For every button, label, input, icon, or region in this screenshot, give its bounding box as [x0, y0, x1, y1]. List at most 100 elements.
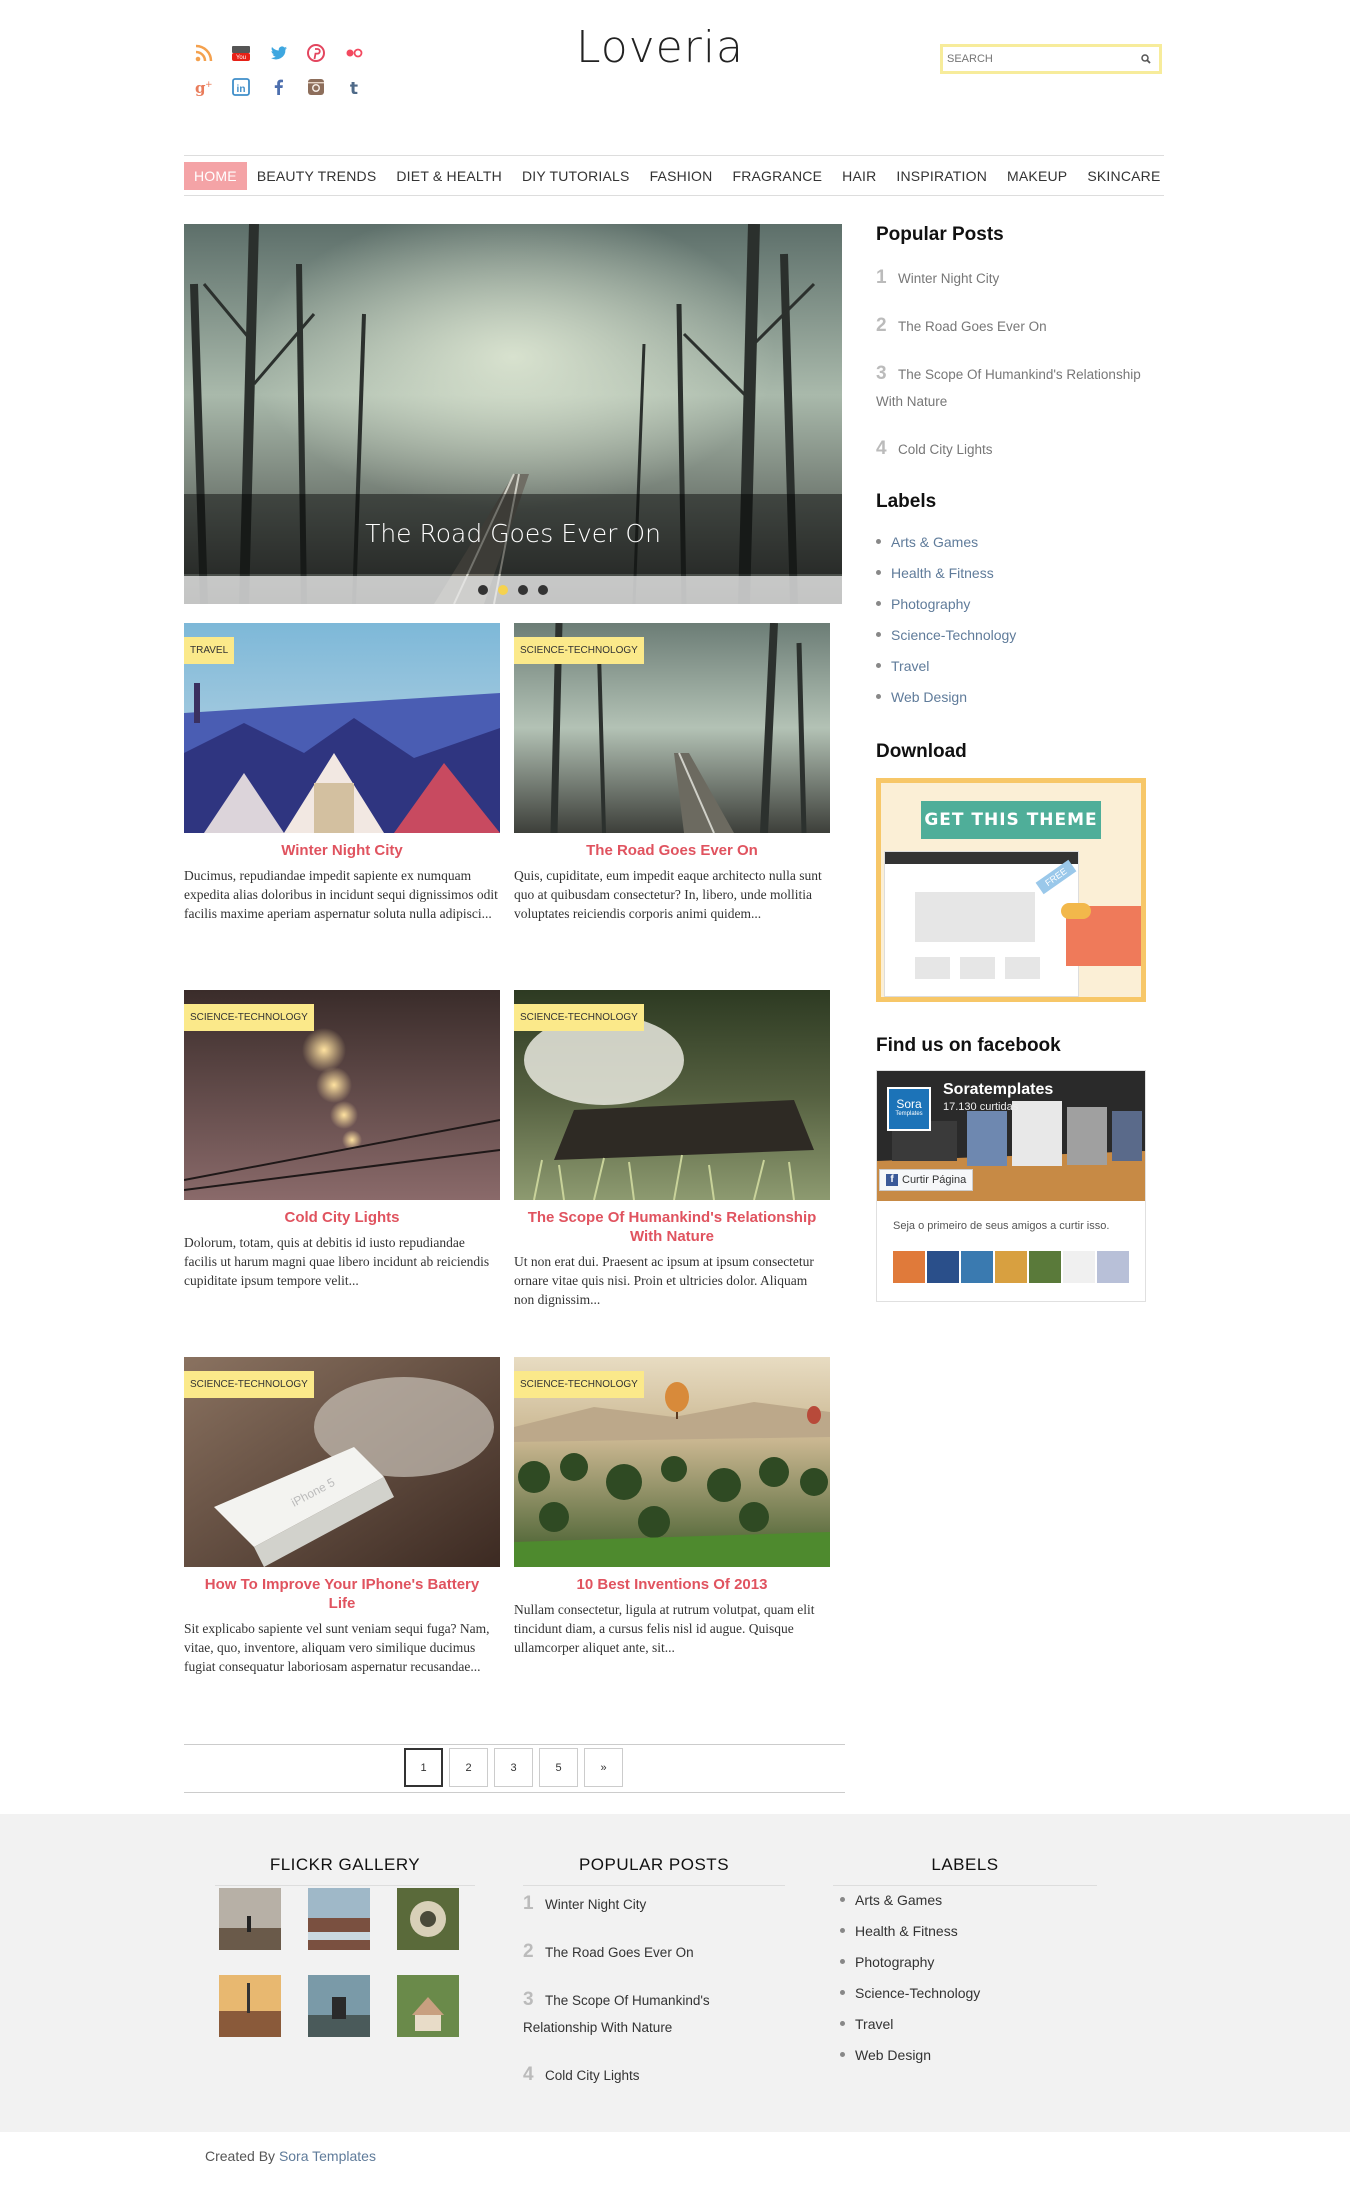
friend-avatar[interactable] — [995, 1251, 1027, 1283]
linkedin-icon[interactable]: in — [230, 76, 252, 98]
flickr-thumbnail[interactable] — [397, 1888, 459, 1950]
pinterest-icon[interactable] — [305, 42, 327, 64]
post-label[interactable]: SCIENCE-TECHNOLOGY — [514, 1004, 644, 1031]
popular-post-item[interactable]: 3 The Scope Of Humankind's Relationship W… — [523, 1986, 785, 2041]
slide-caption[interactable]: The Road Goes Ever On — [184, 494, 842, 574]
flickr-icon[interactable] — [343, 42, 365, 64]
label-link[interactable]: Health & Fitness — [855, 1923, 958, 1939]
facebook-like-button[interactable]: f Curtir Página — [879, 1169, 974, 1191]
post-label[interactable]: SCIENCE-TECHNOLOGY — [184, 1004, 314, 1031]
flickr-thumbnail[interactable] — [397, 1975, 459, 2037]
post-title[interactable]: 10 Best Inventions Of 2013 — [514, 1575, 830, 1594]
popular-post-title[interactable]: Winter Night City — [545, 1897, 646, 1912]
post-thumbnail[interactable]: SCIENCE-TECHNOLOGY — [514, 1357, 830, 1567]
label-item[interactable]: Web Design — [840, 2045, 1110, 2064]
popular-post-title[interactable]: The Scope Of Humankind's Relationship Wi… — [876, 367, 1141, 409]
popular-post-title[interactable]: Cold City Lights — [545, 2068, 640, 2083]
popular-post-title[interactable]: Winter Night City — [898, 271, 999, 286]
flickr-thumbnail[interactable] — [308, 1975, 370, 2037]
label-link[interactable]: Photography — [891, 596, 970, 612]
download-theme-banner[interactable]: GET THIS THEME FREE — [876, 778, 1146, 1002]
label-item[interactable]: Arts & Games — [876, 532, 1146, 551]
label-item[interactable]: Photography — [876, 594, 1146, 613]
popular-post-item[interactable]: 1 Winter Night City — [876, 264, 1146, 292]
nav-item-makeup[interactable]: MAKEUP — [997, 162, 1077, 190]
popular-post-item[interactable]: 3 The Scope Of Humankind's Relationship W… — [876, 360, 1146, 415]
label-link[interactable]: Web Design — [891, 689, 967, 705]
friend-avatar[interactable] — [1063, 1251, 1095, 1283]
post-thumbnail[interactable]: SCIENCE-TECHNOLOGY — [514, 623, 830, 833]
post-thumbnail[interactable]: SCIENCE-TECHNOLOGY — [184, 990, 500, 1200]
nav-item-inspiration[interactable]: INSPIRATION — [886, 162, 997, 190]
search-icon[interactable] — [1139, 52, 1153, 66]
slider-dot-active[interactable] — [498, 585, 508, 595]
featured-slider[interactable]: The Road Goes Ever On — [184, 224, 842, 604]
nav-item-fashion[interactable]: FASHION — [640, 162, 723, 190]
flickr-thumbnail[interactable] — [219, 1888, 281, 1950]
popular-post-item[interactable]: 2 The Road Goes Ever On — [523, 1938, 785, 1966]
label-link[interactable]: Travel — [891, 658, 929, 674]
post-label[interactable]: SCIENCE-TECHNOLOGY — [514, 1371, 644, 1398]
label-item[interactable]: Web Design — [876, 687, 1146, 706]
label-item[interactable]: Health & Fitness — [840, 1921, 1110, 1940]
nav-item-home[interactable]: HOME — [184, 161, 247, 190]
tumblr-icon[interactable]: t — [343, 76, 365, 98]
facebook-icon[interactable] — [268, 76, 290, 98]
search-input[interactable] — [943, 47, 1133, 71]
post-label[interactable]: TRAVEL — [184, 637, 235, 664]
nav-item-diet-health[interactable]: DIET & HEALTH — [386, 162, 512, 190]
post-title[interactable]: The Road Goes Ever On — [514, 841, 830, 860]
label-item[interactable]: Photography — [840, 1952, 1110, 1971]
popular-post-item[interactable]: 4 Cold City Lights — [876, 435, 1146, 463]
label-link[interactable]: Health & Fitness — [891, 565, 994, 581]
popular-post-title[interactable]: Cold City Lights — [898, 442, 993, 457]
popular-post-item[interactable]: 1 Winter Night City — [523, 1890, 785, 1918]
post-thumbnail[interactable]: TRAVEL — [184, 623, 500, 833]
credit-link[interactable]: Sora Templates — [279, 2148, 376, 2164]
slider-dot[interactable] — [538, 585, 548, 595]
label-item[interactable]: Science-Technology — [840, 1983, 1110, 2002]
flickr-thumbnail[interactable] — [308, 1888, 370, 1950]
youtube-icon[interactable]: You — [230, 42, 252, 64]
label-item[interactable]: Travel — [876, 656, 1146, 675]
popular-post-title[interactable]: The Road Goes Ever On — [898, 319, 1047, 334]
label-item[interactable]: Health & Fitness — [876, 563, 1146, 582]
rss-icon[interactable] — [193, 42, 215, 64]
friend-avatar[interactable] — [893, 1251, 925, 1283]
get-theme-ribbon[interactable]: GET THIS THEME — [921, 801, 1101, 839]
flickr-thumbnail[interactable] — [219, 1975, 281, 2037]
post-label[interactable]: SCIENCE-TECHNOLOGY — [184, 1371, 314, 1398]
label-link[interactable]: Science-Technology — [891, 627, 1016, 643]
friend-avatar[interactable] — [927, 1251, 959, 1283]
post-title[interactable]: Cold City Lights — [184, 1208, 500, 1227]
post-thumbnail[interactable]: iPhone 5 SCIENCE-TECHNOLOGY — [184, 1357, 500, 1567]
label-link[interactable]: Science-Technology — [855, 1985, 980, 2001]
slider-dot[interactable] — [478, 585, 488, 595]
label-link[interactable]: Arts & Games — [891, 534, 978, 550]
label-item[interactable]: Arts & Games — [840, 1890, 1110, 1909]
slider-dot[interactable] — [518, 585, 528, 595]
popular-post-item[interactable]: 2 The Road Goes Ever On — [876, 312, 1146, 340]
site-logo[interactable]: Loveria — [560, 22, 760, 73]
label-link[interactable]: Arts & Games — [855, 1892, 942, 1908]
nav-item-beauty-trends[interactable]: BEAUTY TRENDS — [247, 162, 387, 190]
popular-post-title[interactable]: The Road Goes Ever On — [545, 1945, 694, 1960]
nav-item-hair[interactable]: HAIR — [832, 162, 886, 190]
page-button[interactable]: 5 — [539, 1748, 578, 1787]
label-link[interactable]: Photography — [855, 1954, 934, 1970]
label-link[interactable]: Web Design — [855, 2047, 931, 2063]
friend-avatar[interactable] — [1097, 1251, 1129, 1283]
label-item[interactable]: Science-Technology — [876, 625, 1146, 644]
nav-item-diy-tutorials[interactable]: DIY TUTORIALS — [512, 162, 640, 190]
post-title[interactable]: Winter Night City — [184, 841, 500, 860]
facebook-page-name[interactable]: Soratemplates — [943, 1081, 1053, 1099]
post-title[interactable]: How To Improve Your IPhone's Battery Lif… — [184, 1575, 500, 1613]
post-label[interactable]: SCIENCE-TECHNOLOGY — [514, 637, 644, 664]
next-page-button[interactable]: » — [584, 1748, 623, 1787]
nav-item-fragrance[interactable]: FRAGRANCE — [722, 162, 832, 190]
nav-item-skincare[interactable]: SKINCARE — [1077, 162, 1170, 190]
twitter-icon[interactable] — [268, 42, 290, 64]
label-link[interactable]: Travel — [855, 2016, 893, 2032]
page-button[interactable]: 3 — [494, 1748, 533, 1787]
page-button-current[interactable]: 1 — [404, 1748, 443, 1787]
